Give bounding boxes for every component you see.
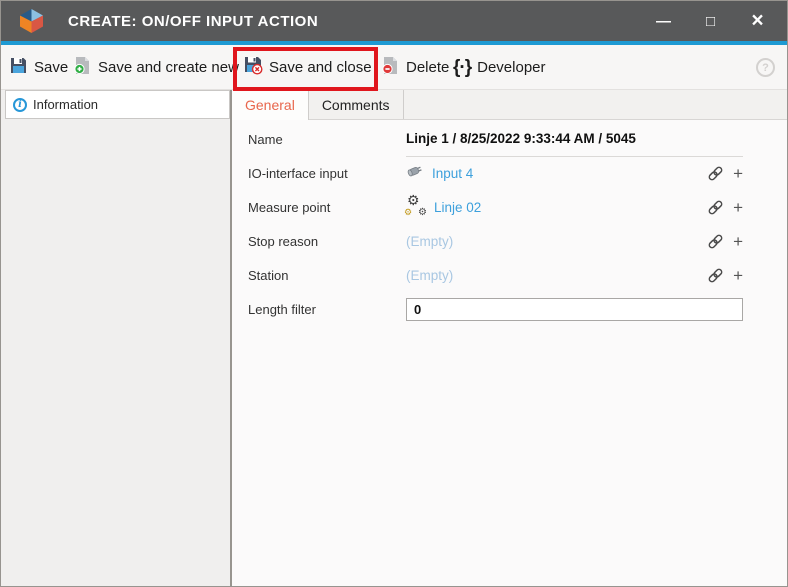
add-new-icon[interactable]: + <box>733 165 743 182</box>
io-interface-input-value-link[interactable]: Input 4 <box>432 166 473 181</box>
length-filter-label: Length filter <box>248 302 406 317</box>
tab-comments[interactable]: Comments <box>309 90 404 119</box>
station-empty-value[interactable]: (Empty) <box>406 268 453 283</box>
tab-general[interactable]: General <box>232 90 309 120</box>
stop-reason-label: Stop reason <box>248 234 406 249</box>
left-panel: i Information <box>1 90 230 586</box>
maximize-button[interactable]: □ <box>687 1 734 41</box>
code-braces-icon: {·} <box>453 58 471 77</box>
close-button[interactable]: × <box>734 1 781 41</box>
title-bar: CREATE: ON/OFF INPUT ACTION — □ × <box>1 1 787 41</box>
measure-point-label: Measure point <box>248 200 406 215</box>
information-pane-header[interactable]: i Information <box>5 90 230 119</box>
form-row-length-filter: Length filter <box>248 292 743 326</box>
name-value: Linje 1 / 8/25/2022 9:33:44 AM / 5045 <box>406 122 743 157</box>
gears-icon: ⚙ ⚙ ⚙ <box>406 197 426 217</box>
window-controls: — □ × <box>640 1 781 41</box>
floppy-close-icon <box>244 56 263 79</box>
dialog-window: CREATE: ON/OFF INPUT ACTION — □ × Save <box>0 0 788 587</box>
help-icon[interactable]: ? <box>756 58 775 77</box>
add-new-icon[interactable]: + <box>733 233 743 250</box>
form-row-station: Station (Empty) <box>248 258 743 292</box>
save-and-create-new-label: Save and create new <box>98 59 239 76</box>
stop-reason-empty-value[interactable]: (Empty) <box>406 234 453 249</box>
info-icon: i <box>13 98 27 112</box>
app-logo-cube-icon <box>18 8 45 34</box>
add-new-icon[interactable]: + <box>733 267 743 284</box>
link-existing-icon[interactable] <box>707 165 724 182</box>
developer-button[interactable]: {·} Developer <box>453 45 546 89</box>
save-button[interactable]: Save <box>9 45 68 89</box>
minimize-button[interactable]: — <box>640 1 687 41</box>
window-title: CREATE: ON/OFF INPUT ACTION <box>68 13 318 30</box>
developer-label: Developer <box>477 59 545 76</box>
toolbar: Save Save and create new <box>1 45 787 90</box>
delete-label: Delete <box>406 59 449 76</box>
add-new-icon[interactable]: + <box>733 199 743 216</box>
save-and-close-label: Save and close <box>269 59 372 76</box>
dialog-body: i Information General Comments Name Linj… <box>1 90 787 586</box>
delete-button[interactable]: Delete <box>381 45 449 89</box>
form-row-stop-reason: Stop reason (Empty) <box>248 224 743 258</box>
right-panel: General Comments Name Linje 1 / 8/25/202… <box>230 90 787 586</box>
general-tab-content: Name Linje 1 / 8/25/2022 9:33:44 AM / 50… <box>232 120 787 586</box>
tab-strip: General Comments <box>232 90 787 120</box>
form-row-measure-point: Measure point ⚙ ⚙ ⚙ Linje 02 <box>248 190 743 224</box>
save-and-create-new-button[interactable]: Save and create new <box>73 45 239 89</box>
form-row-name: Name Linje 1 / 8/25/2022 9:33:44 AM / 50… <box>248 122 743 156</box>
plug-icon <box>406 163 424 184</box>
floppy-save-icon <box>9 56 28 79</box>
station-label: Station <box>248 268 406 283</box>
save-label: Save <box>34 59 68 76</box>
io-interface-input-label: IO-interface input <box>248 166 406 181</box>
document-plus-icon <box>73 56 92 79</box>
document-minus-icon <box>381 56 400 79</box>
link-existing-icon[interactable] <box>707 199 724 216</box>
link-existing-icon[interactable] <box>707 267 724 284</box>
information-label: Information <box>33 97 98 112</box>
form-row-io-interface-input: IO-interface input <box>248 156 743 190</box>
name-label: Name <box>248 132 406 147</box>
save-and-close-button[interactable]: Save and close <box>244 45 372 89</box>
length-filter-input[interactable] <box>406 298 743 321</box>
link-existing-icon[interactable] <box>707 233 724 250</box>
measure-point-value-link[interactable]: Linje 02 <box>434 200 481 215</box>
